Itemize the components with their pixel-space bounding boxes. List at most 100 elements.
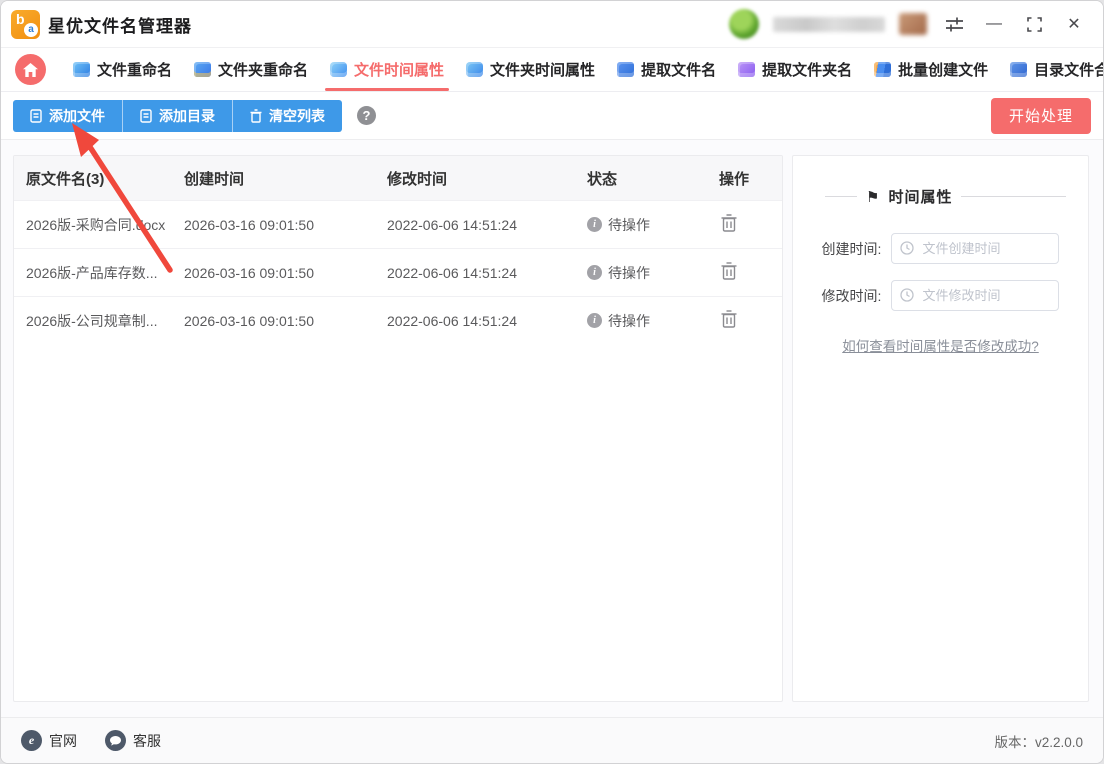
website-label: 官网 xyxy=(49,732,77,749)
tab-extract-foldername[interactable]: 提取文件夹名 xyxy=(727,48,863,91)
file-icon xyxy=(140,108,152,123)
table-row[interactable]: 2026版-产品库存数... 2026-03-16 09:01:50 2022-… xyxy=(14,248,782,296)
toolbar-button-group: 添加文件 添加目录 清空列表 xyxy=(13,99,342,132)
table-header: 原文件名(3) 创建时间 修改时间 状态 操作 xyxy=(14,156,782,200)
merge-extract-icon xyxy=(1010,62,1028,77)
col-original-name: 原文件名(3) xyxy=(26,170,105,188)
trash-icon xyxy=(721,262,737,280)
start-processing-button[interactable]: 开始处理 xyxy=(991,97,1091,134)
minimize-button[interactable]: — xyxy=(981,11,1007,37)
user-name-blurred xyxy=(773,16,885,32)
help-icon[interactable]: ? xyxy=(357,106,376,125)
folder-rename-icon xyxy=(194,62,212,77)
extract-filename-icon xyxy=(617,62,635,77)
created-time: 2026-03-16 09:01:50 xyxy=(184,216,314,233)
info-icon: i xyxy=(587,217,602,232)
file-name: 2026版-产品库存数... xyxy=(26,264,158,281)
col-created-time: 创建时间 xyxy=(184,170,245,188)
trash-icon xyxy=(721,310,737,328)
flag-icon: ⚑ xyxy=(866,188,880,206)
col-modified-time: 修改时间 xyxy=(387,170,448,188)
tab-label: 提取文件名 xyxy=(641,62,717,79)
file-table: 原文件名(3) 创建时间 修改时间 状态 操作 2026版-采购合同.docx … xyxy=(13,155,783,702)
add-files-button[interactable]: 添加文件 xyxy=(13,99,122,132)
tab-label: 提取文件夹名 xyxy=(762,62,853,79)
tab-folder-rename[interactable]: 文件夹重命名 xyxy=(183,48,319,91)
home-button[interactable] xyxy=(15,54,46,85)
file-time-icon xyxy=(330,62,348,77)
website-icon: e xyxy=(21,730,42,751)
panel-title: 时间属性 xyxy=(888,189,953,206)
tab-folder-time[interactable]: 文件夹时间属性 xyxy=(455,48,606,91)
app-logo-letter-b: b xyxy=(16,10,25,27)
table-row[interactable]: 2026版-公司规章制... 2026-03-16 09:01:50 2022-… xyxy=(14,296,782,344)
modified-time: 2022-06-06 14:51:24 xyxy=(387,216,517,233)
app-logo-letter-a: a xyxy=(24,22,38,37)
tab-label: 文件重命名 xyxy=(97,62,173,79)
file-rename-icon xyxy=(73,62,90,77)
status-cell: i 待操作 xyxy=(587,263,707,283)
tab-label: 批量创建文件 xyxy=(898,62,989,79)
app-window: b a 星优文件名管理器 — ✕ 文件重命名 文件夹重命名 文件时间属性 文件夹… xyxy=(0,0,1104,764)
delete-row-button[interactable] xyxy=(719,212,739,237)
batch-create-icon xyxy=(874,62,892,77)
delete-row-button[interactable] xyxy=(719,260,739,285)
extract-foldername-icon xyxy=(738,62,756,77)
tab-label: 文件夹时间属性 xyxy=(490,62,596,79)
col-status: 状态 xyxy=(587,170,618,188)
modified-time-input[interactable] xyxy=(891,280,1060,311)
tab-list: 文件重命名 文件夹重命名 文件时间属性 文件夹时间属性 提取文件名 提取文件夹名 xyxy=(62,48,1103,91)
tab-file-rename[interactable]: 文件重命名 xyxy=(62,48,183,91)
folder-time-icon xyxy=(466,62,484,77)
divider xyxy=(961,196,1066,197)
created-time: 2026-03-16 09:01:50 xyxy=(184,264,314,281)
info-icon: i xyxy=(587,313,602,328)
customer-service-link[interactable]: 客服 xyxy=(105,730,161,751)
table-row[interactable]: 2026版-采购合同.docx 2026-03-16 09:01:50 2022… xyxy=(14,200,782,248)
panel-title-row: ⚑ 时间属性 xyxy=(811,186,1070,207)
version-label: 版本： xyxy=(994,734,1035,750)
toolbar: 添加文件 添加目录 清空列表 ? 开始处理 xyxy=(1,92,1103,140)
tab-label: 文件夹重命名 xyxy=(218,62,309,79)
col-action: 操作 xyxy=(719,170,750,188)
footer: e 官网 客服 版本：v2.2.0.0 xyxy=(1,717,1103,763)
tab-bar: 文件重命名 文件夹重命名 文件时间属性 文件夹时间属性 提取文件名 提取文件夹名 xyxy=(1,48,1103,92)
maximize-button[interactable] xyxy=(1021,11,1047,37)
add-directory-button[interactable]: 添加目录 xyxy=(122,99,232,132)
tab-batch-create[interactable]: 批量创建文件 xyxy=(863,48,999,91)
divider xyxy=(825,196,857,197)
official-website-link[interactable]: e 官网 xyxy=(21,730,77,751)
file-name: 2026版-采购合同.docx xyxy=(26,216,166,233)
status-cell: i 待操作 xyxy=(587,215,707,235)
add-files-label: 添加文件 xyxy=(49,107,105,124)
tab-merge-extract[interactable]: 目录文件合并/提取 xyxy=(999,48,1103,91)
modified-time: 2022-06-06 14:51:24 xyxy=(387,264,517,281)
created-time: 2026-03-16 09:01:50 xyxy=(184,312,314,329)
tab-file-time[interactable]: 文件时间属性 xyxy=(319,48,455,91)
file-name: 2026版-公司规章制... xyxy=(26,312,158,329)
version-info: 版本：v2.2.0.0 xyxy=(994,731,1083,751)
modified-time-field: 修改时间: xyxy=(811,280,1070,311)
clear-list-button[interactable]: 清空列表 xyxy=(232,99,342,132)
version-value: v2.2.0.0 xyxy=(1034,734,1083,750)
app-title: 星优文件名管理器 xyxy=(48,16,192,36)
modified-time-label: 修改时间: xyxy=(821,287,882,304)
support-label: 客服 xyxy=(133,732,161,749)
delete-row-button[interactable] xyxy=(719,308,739,333)
trash-icon xyxy=(721,214,737,232)
created-time-input[interactable] xyxy=(891,233,1060,264)
how-to-verify-link[interactable]: 如何查看时间属性是否修改成功? xyxy=(811,335,1070,355)
file-icon xyxy=(30,108,42,123)
clear-list-label: 清空列表 xyxy=(269,107,325,124)
status-badge: 待操作 xyxy=(608,216,650,233)
status-cell: i 待操作 xyxy=(587,311,707,331)
user-avatar[interactable] xyxy=(729,9,759,39)
main-content: 原文件名(3) 创建时间 修改时间 状态 操作 2026版-采购合同.docx … xyxy=(1,140,1103,717)
close-button[interactable]: ✕ xyxy=(1061,11,1087,37)
created-time-field: 创建时间: xyxy=(811,233,1070,264)
created-time-label: 创建时间: xyxy=(821,240,882,257)
settings-sliders-icon[interactable] xyxy=(941,11,967,37)
title-bar: b a 星优文件名管理器 — ✕ xyxy=(1,1,1103,48)
tab-extract-filename[interactable]: 提取文件名 xyxy=(606,48,727,91)
time-attributes-panel: ⚑ 时间属性 创建时间: 修改时间: xyxy=(792,155,1089,702)
